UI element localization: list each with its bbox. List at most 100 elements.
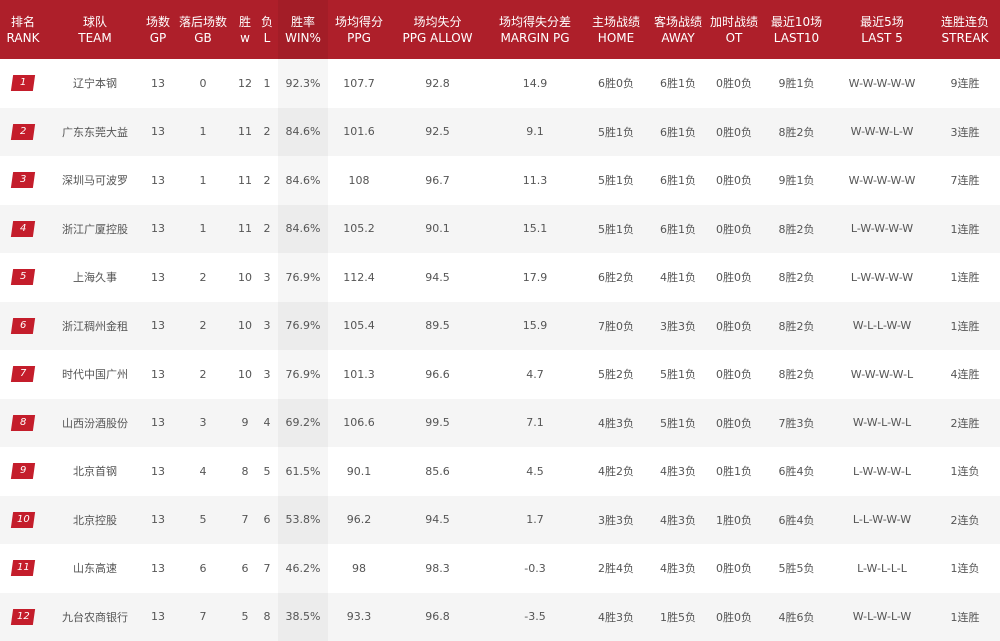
cell-gb: 2 bbox=[172, 350, 234, 399]
cell-allow: 94.5 bbox=[390, 253, 485, 302]
rank-number: 8 bbox=[20, 415, 26, 431]
cell-ppg: 106.6 bbox=[328, 399, 390, 448]
header-label-cn: 场均得失分差 bbox=[485, 14, 585, 30]
header-last5[interactable]: 最近5场LAST 5 bbox=[834, 0, 930, 59]
cell-allow: 96.8 bbox=[390, 593, 485, 641]
table-row[interactable]: 9北京首钢1348561.5%90.185.64.54胜2负4胜3负0胜1负6胜… bbox=[0, 447, 1000, 496]
table-row[interactable]: 12九台农商银行1375838.5%93.396.8-3.54胜3负1胜5负0胜… bbox=[0, 593, 1000, 641]
cell-team[interactable]: 北京控股 bbox=[46, 496, 144, 545]
cell-home: 5胜1负 bbox=[585, 205, 647, 254]
cell-gp: 13 bbox=[144, 544, 172, 593]
cell-last10: 8胜2负 bbox=[759, 302, 834, 351]
table-row[interactable]: 4浙江广厦控股13111284.6%105.290.115.15胜1负6胜1负0… bbox=[0, 205, 1000, 254]
cell-ot: 0胜0负 bbox=[709, 59, 759, 108]
cell-gp: 13 bbox=[144, 496, 172, 545]
cell-team[interactable]: 时代中国广州 bbox=[46, 350, 144, 399]
cell-home: 5胜2负 bbox=[585, 350, 647, 399]
cell-team[interactable]: 辽宁本钢 bbox=[46, 59, 144, 108]
cell-home: 5胜1负 bbox=[585, 156, 647, 205]
rank-number: 9 bbox=[20, 463, 26, 479]
header-label-cn: 负 bbox=[256, 14, 278, 30]
cell-team[interactable]: 北京首钢 bbox=[46, 447, 144, 496]
header-team[interactable]: 球队TEAM bbox=[46, 0, 144, 59]
cell-home: 4胜3负 bbox=[585, 593, 647, 641]
table-row[interactable]: 3深圳马可波罗13111284.6%10896.711.35胜1负6胜1负0胜0… bbox=[0, 156, 1000, 205]
header-label-cn: 球队 bbox=[46, 14, 144, 30]
header-label-cn: 场均得分 bbox=[328, 14, 390, 30]
cell-allow: 85.6 bbox=[390, 447, 485, 496]
cell-team[interactable]: 浙江稠州金租 bbox=[46, 302, 144, 351]
table-row[interactable]: 1辽宁本钢13012192.3%107.792.814.96胜0负6胜1负0胜0… bbox=[0, 59, 1000, 108]
cell-ot: 0胜0负 bbox=[709, 399, 759, 448]
rank-cell: 1 bbox=[0, 59, 46, 108]
header-win[interactable]: 胜率WIN% bbox=[278, 0, 328, 59]
cell-home: 5胜1负 bbox=[585, 108, 647, 157]
header-gp[interactable]: 场数GP bbox=[144, 0, 172, 59]
header-label-cn: 排名 bbox=[0, 14, 46, 30]
table-row[interactable]: 6浙江稠州金租13210376.9%105.489.515.97胜0负3胜3负0… bbox=[0, 302, 1000, 351]
cell-team[interactable]: 浙江广厦控股 bbox=[46, 205, 144, 254]
header-away[interactable]: 客场战绩AWAY bbox=[647, 0, 709, 59]
cell-ppg: 107.7 bbox=[328, 59, 390, 108]
header-label-cn: 胜率 bbox=[278, 14, 328, 30]
header-streak[interactable]: 连胜连负STREAK bbox=[930, 0, 1000, 59]
cell-ppg: 108 bbox=[328, 156, 390, 205]
header-label-en: LAST10 bbox=[759, 30, 834, 46]
header-label-en: STREAK bbox=[930, 30, 1000, 46]
header-allow[interactable]: 场均失分PPG ALLOW bbox=[390, 0, 485, 59]
table-row[interactable]: 10北京控股1357653.8%96.294.51.73胜3负4胜3负1胜0负6… bbox=[0, 496, 1000, 545]
header-w[interactable]: 胜w bbox=[234, 0, 256, 59]
cell-gb: 1 bbox=[172, 205, 234, 254]
table-row[interactable]: 5上海久事13210376.9%112.494.517.96胜2负4胜1负0胜0… bbox=[0, 253, 1000, 302]
cell-l: 4 bbox=[256, 399, 278, 448]
table-row[interactable]: 8山西汾酒股份1339469.2%106.699.57.14胜3负5胜1负0胜0… bbox=[0, 399, 1000, 448]
cell-away: 4胜3负 bbox=[647, 447, 709, 496]
cell-margin: 11.3 bbox=[485, 156, 585, 205]
header-label-en: RANK bbox=[0, 30, 46, 46]
header-ppg[interactable]: 场均得分PPG bbox=[328, 0, 390, 59]
standings-table: 排名RANK球队TEAM场数GP落后场数GB胜w负L胜率WIN%场均得分PPG场… bbox=[0, 0, 1000, 641]
header-margin[interactable]: 场均得失分差MARGIN PG bbox=[485, 0, 585, 59]
cell-team[interactable]: 上海久事 bbox=[46, 253, 144, 302]
cell-team[interactable]: 山西汾酒股份 bbox=[46, 399, 144, 448]
cell-team[interactable]: 山东高速 bbox=[46, 544, 144, 593]
header-label-en: AWAY bbox=[647, 30, 709, 46]
header-last10[interactable]: 最近10场LAST10 bbox=[759, 0, 834, 59]
cell-last10: 4胜6负 bbox=[759, 593, 834, 641]
table-row[interactable]: 2广东东莞大益13111284.6%101.692.59.15胜1负6胜1负0胜… bbox=[0, 108, 1000, 157]
cell-gp: 13 bbox=[144, 253, 172, 302]
header-l[interactable]: 负L bbox=[256, 0, 278, 59]
cell-gp: 13 bbox=[144, 350, 172, 399]
header-label-cn: 最近5场 bbox=[834, 14, 930, 30]
cell-gp: 13 bbox=[144, 399, 172, 448]
cell-gp: 13 bbox=[144, 302, 172, 351]
header-label-en: WIN% bbox=[278, 30, 328, 46]
cell-last5: W-L-L-W-W bbox=[834, 302, 930, 351]
cell-margin: -3.5 bbox=[485, 593, 585, 641]
header-row: 排名RANK球队TEAM场数GP落后场数GB胜w负L胜率WIN%场均得分PPG场… bbox=[0, 0, 1000, 59]
cell-team[interactable]: 九台农商银行 bbox=[46, 593, 144, 641]
cell-margin: 17.9 bbox=[485, 253, 585, 302]
cell-ot: 0胜0负 bbox=[709, 350, 759, 399]
table-row[interactable]: 11山东高速1366746.2%9898.3-0.32胜4负4胜3负0胜0负5胜… bbox=[0, 544, 1000, 593]
cell-team[interactable]: 广东东莞大益 bbox=[46, 108, 144, 157]
header-home[interactable]: 主场战绩HOME bbox=[585, 0, 647, 59]
header-label-en: TEAM bbox=[46, 30, 144, 46]
cell-ppg: 93.3 bbox=[328, 593, 390, 641]
header-label-en: MARGIN PG bbox=[485, 30, 585, 46]
cell-last5: L-W-W-W-L bbox=[834, 447, 930, 496]
cell-win: 92.3% bbox=[278, 59, 328, 108]
header-gb[interactable]: 落后场数GB bbox=[172, 0, 234, 59]
rank-badge: 3 bbox=[11, 172, 35, 188]
cell-streak: 2连负 bbox=[930, 496, 1000, 545]
header-ot[interactable]: 加时战绩OT bbox=[709, 0, 759, 59]
cell-home: 2胜4负 bbox=[585, 544, 647, 593]
rank-badge: 8 bbox=[11, 415, 35, 431]
cell-last5: W-W-L-W-L bbox=[834, 399, 930, 448]
header-rank[interactable]: 排名RANK bbox=[0, 0, 46, 59]
table-row[interactable]: 7时代中国广州13210376.9%101.396.64.75胜2负5胜1负0胜… bbox=[0, 350, 1000, 399]
cell-allow: 94.5 bbox=[390, 496, 485, 545]
cell-margin: 1.7 bbox=[485, 496, 585, 545]
cell-last10: 8胜2负 bbox=[759, 350, 834, 399]
cell-team[interactable]: 深圳马可波罗 bbox=[46, 156, 144, 205]
